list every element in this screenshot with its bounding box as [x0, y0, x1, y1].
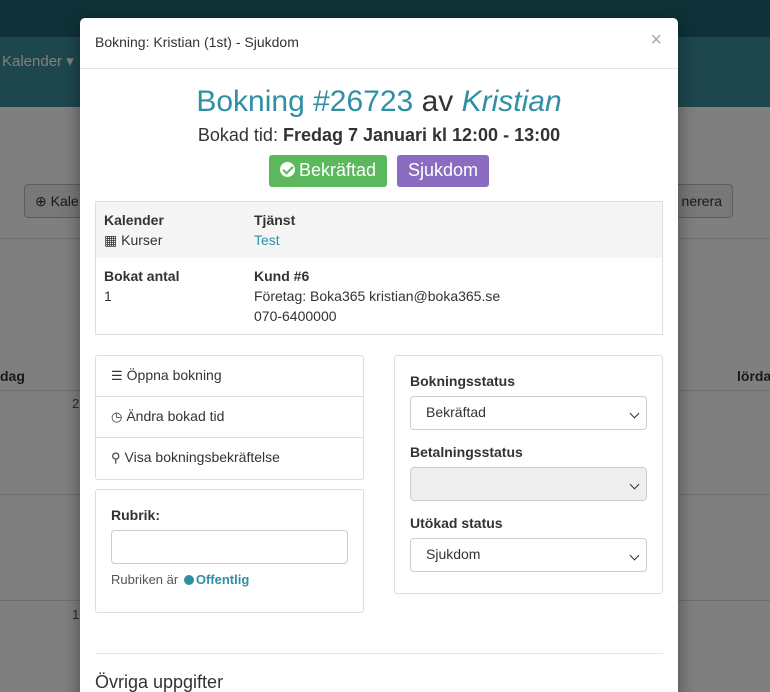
- close-button[interactable]: ×: [650, 30, 662, 50]
- status-panel: Bokningsstatus Bekräftad Betalningsstatu…: [394, 355, 663, 594]
- confirmed-badge: Bekräftad: [269, 155, 388, 187]
- extended-status-badge: Sjukdom: [396, 155, 489, 187]
- other-details-heading: Övriga uppgifter: [95, 672, 224, 692]
- booking-status-group: Bokningsstatus Bekräftad: [410, 373, 647, 430]
- globe-icon: [183, 575, 194, 585]
- extended-status-label: Utökad status: [410, 515, 503, 531]
- chevron-down-icon: [629, 550, 640, 561]
- change-time-button[interactable]: ◷ Ändra bokad tid: [96, 397, 363, 438]
- clock-icon: ◷: [111, 409, 123, 424]
- chevron-down-icon: [629, 408, 640, 419]
- rubrik-note-prefix: Rubriken är: [111, 572, 179, 587]
- open-booking-label: Öppna bokning: [126, 367, 222, 383]
- booking-status-label: Bokningsstatus: [410, 373, 516, 389]
- section-divider: [95, 653, 663, 654]
- modal-title: Bokning: Kristian (1st) - Sjukdom: [95, 34, 299, 50]
- rubrik-label: Rubrik:: [111, 507, 160, 523]
- booked-time: Bokad tid: Fredag 7 Januari kl 12:00 - 1…: [80, 125, 678, 146]
- booking-av: av: [421, 85, 454, 118]
- kalender-label: Kalender: [104, 212, 164, 228]
- rubrik-panel: Rubrik: Rubriken är Offentlig: [95, 489, 364, 613]
- kalender-cell: Kalender ▦ Kurser: [104, 210, 164, 250]
- bokat-antal-label: Bokat antal: [104, 268, 180, 284]
- info-row: Bokat antal 1 Kund #6 Företag: Boka365 k…: [96, 258, 662, 334]
- open-booking-button[interactable]: ☰ Öppna bokning: [96, 356, 363, 397]
- booking-actions: ☰ Öppna bokning ◷ Ändra bokad tid ⚲ Visa bo…: [95, 355, 364, 480]
- kund-label: Kund #6: [254, 268, 310, 284]
- booked-time-label: Bokad tid:: [197, 125, 278, 145]
- show-confirmation-label: Visa bokningsbekräftelse: [124, 449, 280, 465]
- rubrik-visibility-link[interactable]: Offentlig: [196, 572, 249, 587]
- kund-line1: Företag: Boka365 kristian@boka365.se: [254, 288, 501, 304]
- bokat-antal-value: 1: [104, 288, 112, 304]
- extended-status-select[interactable]: Sjukdom: [410, 538, 647, 572]
- booking-heading: Bokning #26723 av Kristian: [80, 85, 678, 119]
- extended-status-value: Sjukdom: [426, 546, 481, 562]
- payment-status-label: Betalningsstatus: [410, 444, 523, 460]
- tjanst-label: Tjänst: [254, 212, 296, 228]
- rubrik-input[interactable]: [111, 530, 348, 564]
- tjanst-link[interactable]: Test: [254, 232, 280, 248]
- tjanst-cell: Tjänst Test: [254, 210, 295, 250]
- booked-time-value: Fredag 7 Januari kl 12:00 - 13:00: [282, 125, 561, 145]
- booking-customer[interactable]: Kristian: [462, 85, 562, 118]
- search-icon: ⚲: [111, 450, 121, 465]
- change-time-label: Ändra bokad tid: [126, 408, 225, 424]
- extended-status-group: Utökad status Sjukdom: [410, 515, 647, 572]
- check-circle-icon: [280, 162, 296, 177]
- kund-line2: 070-6400000: [254, 308, 337, 324]
- booking-number: Bokning #26723: [196, 85, 414, 118]
- chevron-down-icon: [629, 479, 640, 490]
- rubrik-note: Rubriken är Offentlig: [111, 572, 348, 587]
- info-row: Kalender ▦ Kurser Tjänst Test: [96, 202, 662, 258]
- payment-status-group: Betalningsstatus: [410, 444, 647, 501]
- booking-info-table: Kalender ▦ Kurser Tjänst Test Bokat anta…: [95, 201, 663, 335]
- kalender-value: Kurser: [121, 232, 163, 248]
- list-icon: ☰: [111, 368, 123, 383]
- show-confirmation-button[interactable]: ⚲ Visa bokningsbekräftelse: [96, 438, 363, 479]
- booking-status-value: Bekräftad: [426, 404, 486, 420]
- status-badges: Bekräftad Sjukdom: [80, 155, 678, 187]
- confirmed-badge-label: Bekräftad: [299, 160, 377, 180]
- modal-header: Bokning: Kristian (1st) - Sjukdom ×: [80, 18, 678, 69]
- bokat-antal-cell: Bokat antal 1: [104, 266, 179, 306]
- calendar-icon: ▦: [104, 232, 118, 248]
- kund-cell: Kund #6 Företag: Boka365 kristian@boka36…: [254, 266, 500, 326]
- booking-modal: Bokning: Kristian (1st) - Sjukdom × Bokn…: [80, 18, 678, 692]
- payment-status-select[interactable]: [410, 467, 647, 501]
- booking-status-select[interactable]: Bekräftad: [410, 396, 647, 430]
